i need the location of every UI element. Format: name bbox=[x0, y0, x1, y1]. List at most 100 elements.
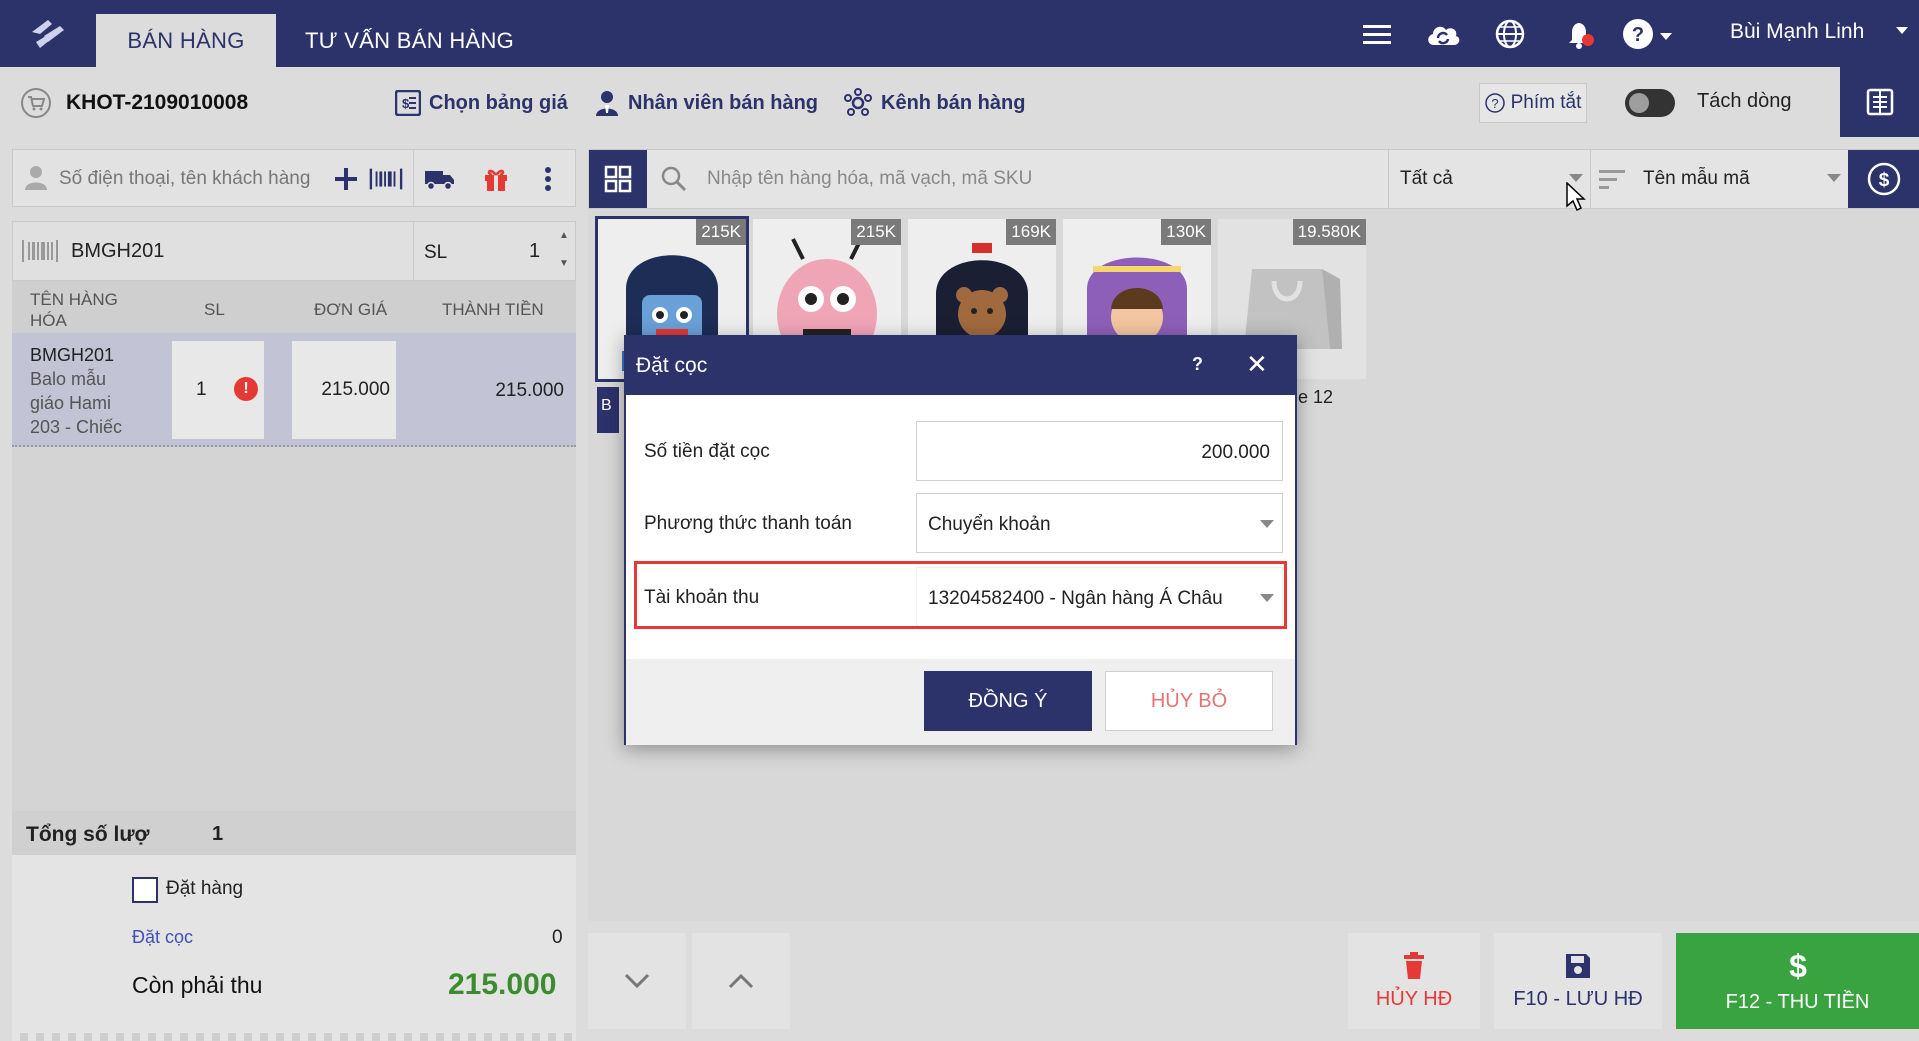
mouse-cursor-icon bbox=[1566, 181, 1586, 217]
receipt-edge bbox=[12, 1033, 576, 1041]
table-row[interactable]: BMGH201 Balo mẫu giáo Hami 203 - Chiếc 1… bbox=[12, 333, 576, 447]
order-checkbox[interactable] bbox=[132, 877, 158, 903]
sku-input[interactable]: BMGH201 bbox=[71, 240, 164, 263]
app-logo-icon bbox=[22, 12, 74, 56]
deposit-amount-row: Số tiền đặt cọc 200.000 bbox=[638, 421, 1283, 481]
product-name-strip: B bbox=[597, 387, 619, 433]
invoice-toolbar: KHOT-2109010008 $ Chọn bảng giá Nhân viê… bbox=[0, 67, 1919, 137]
dollar-icon: $ bbox=[1789, 949, 1807, 983]
bottom-action-bar: HỦY HĐ F10 - LƯU HĐ $ F12 - THU TIỀN bbox=[588, 933, 1919, 1041]
sales-channel-label: Kênh bán hàng bbox=[881, 91, 1026, 114]
sort-filter-select[interactable]: Tên mẫu mã bbox=[1590, 150, 1848, 208]
price-list-button[interactable]: $ Chọn bảng giá bbox=[395, 85, 568, 121]
product-price-tag: 19.580K bbox=[1292, 219, 1366, 245]
payment-method-row: Phương thức thanh toán Chuyển khoản bbox=[638, 493, 1283, 553]
row-total: 215.000 bbox=[495, 380, 564, 401]
gift-icon[interactable] bbox=[479, 162, 513, 196]
person-icon bbox=[23, 164, 49, 197]
warning-icon[interactable]: ! bbox=[234, 377, 258, 401]
grid-icon bbox=[604, 165, 632, 193]
svg-text:$: $ bbox=[402, 96, 410, 111]
collect-payment-button[interactable]: $ F12 - THU TIỀN bbox=[1676, 933, 1919, 1029]
channel-icon bbox=[844, 88, 872, 116]
sales-channel-button[interactable]: Kênh bán hàng bbox=[843, 85, 1025, 121]
invoice-list-button[interactable] bbox=[1840, 67, 1919, 137]
split-line-toggle[interactable] bbox=[1625, 89, 1675, 117]
customer-search-bar: Số điện thoại, tên khách hàng bbox=[12, 149, 576, 207]
save-disk-icon bbox=[1566, 953, 1590, 978]
confirm-button[interactable]: ĐỒNG Ý bbox=[924, 671, 1092, 731]
dialog-close-icon[interactable]: ✕ bbox=[1246, 349, 1268, 380]
save-invoice-label: F10 - LƯU HĐ bbox=[1513, 987, 1643, 1010]
add-customer-icon[interactable] bbox=[329, 162, 363, 196]
deposit-amount-input[interactable]: 200.000 bbox=[916, 421, 1283, 481]
product-caption: e 12 bbox=[1298, 387, 1334, 407]
sales-staff-button[interactable]: Nhân viên bán hàng bbox=[594, 85, 818, 121]
cart-panel: Số điện thoại, tên khách hàng BMGH201 SL… bbox=[12, 149, 576, 1041]
cloud-sync-icon[interactable] bbox=[1423, 14, 1463, 54]
chevron-down-icon bbox=[1569, 174, 1583, 182]
menu-icon[interactable] bbox=[1357, 14, 1397, 54]
tab-sales-consulting[interactable]: TƯ VẤN BÁN HÀNG bbox=[285, 14, 515, 67]
product-price-tag: 215K bbox=[851, 219, 901, 245]
sku-input-bar: BMGH201 SL 1 ▲ ▼ bbox=[12, 221, 576, 281]
save-invoice-button[interactable]: F10 - LƯU HĐ bbox=[1494, 933, 1662, 1029]
search-icon bbox=[661, 166, 687, 197]
grid-view-button[interactable] bbox=[589, 150, 647, 208]
invoice-cart-icon bbox=[20, 87, 52, 124]
payment-summary: Đặt hàng Đặt cọc 0 Còn phải thu 215.000 bbox=[12, 855, 576, 1041]
payment-method-select[interactable]: Chuyển khoản bbox=[916, 493, 1283, 553]
row-unit-price-value: 215.000 bbox=[321, 379, 390, 400]
help-caret-icon[interactable] bbox=[1660, 28, 1672, 46]
scan-card-icon[interactable] bbox=[369, 162, 403, 196]
remaining-value: 215.000 bbox=[448, 968, 557, 1001]
top-bar: BÁN HÀNG TƯ VẤN BÁN HÀNG ? Bùi Mạnh Linh bbox=[0, 0, 1919, 67]
help-icon[interactable]: ? bbox=[1618, 14, 1658, 54]
row-qty-input[interactable]: 1 ! bbox=[172, 341, 264, 439]
dialog-help-icon[interactable]: ? bbox=[1192, 354, 1203, 375]
sales-staff-label: Nhân viên bán hàng bbox=[628, 91, 819, 114]
highlight-box bbox=[634, 561, 1287, 629]
chevron-down-icon bbox=[1827, 174, 1841, 182]
user-caret-icon[interactable] bbox=[1896, 22, 1908, 38]
qty-down-icon[interactable]: ▼ bbox=[559, 258, 569, 269]
col-product-name: TÊN HÀNG HÓA bbox=[30, 290, 118, 330]
scroll-down-button[interactable] bbox=[588, 933, 686, 1029]
delivery-truck-icon[interactable] bbox=[423, 162, 457, 196]
document-list-icon bbox=[1866, 88, 1893, 116]
shortcut-button[interactable]: ? Phím tắt bbox=[1479, 83, 1587, 123]
row-unit-price-input[interactable]: 215.000 bbox=[292, 341, 396, 439]
row-product: BMGH201 Balo mẫu giáo Hami 203 - Chiếc bbox=[30, 343, 130, 439]
barcode-icon bbox=[21, 238, 59, 269]
globe-icon[interactable] bbox=[1490, 14, 1530, 54]
product-search-input[interactable]: Nhập tên hàng hóa, mã vạch, mã SKU bbox=[707, 168, 1032, 190]
customer-search-input[interactable]: Số điện thoại, tên khách hàng bbox=[59, 168, 310, 190]
scroll-up-button[interactable] bbox=[692, 933, 790, 1029]
row-product-name: Balo mẫu giáo Hami 203 - Chiếc bbox=[30, 369, 123, 437]
cart-empty-area bbox=[12, 447, 576, 811]
payment-method-label: Phương thức thanh toán bbox=[644, 513, 852, 534]
qty-up-icon[interactable]: ▲ bbox=[559, 230, 569, 241]
product-price-tag: 169K bbox=[1006, 219, 1056, 245]
shortcut-label: Phím tắt bbox=[1510, 92, 1582, 113]
col-unit-price: ĐƠN GIÁ bbox=[314, 300, 388, 319]
col-qty: SL bbox=[204, 300, 225, 319]
sku-qty-value[interactable]: 1 bbox=[529, 240, 540, 263]
svg-text:?: ? bbox=[1632, 24, 1644, 46]
cancel-button[interactable]: HỦY BỎ bbox=[1105, 671, 1273, 731]
price-mode-button[interactable]: $ bbox=[1848, 150, 1919, 208]
user-name[interactable]: Bùi Mạnh Linh bbox=[1730, 20, 1864, 44]
sku-qty-field[interactable]: SL 1 ▲ ▼ bbox=[413, 222, 577, 280]
deposit-link[interactable]: Đặt cọc bbox=[132, 927, 193, 948]
remaining-label: Còn phải thu bbox=[132, 972, 263, 998]
cancel-invoice-button[interactable]: HỦY HĐ bbox=[1348, 933, 1480, 1029]
category-filter-select[interactable]: Tất cả bbox=[1388, 150, 1590, 208]
price-list-label: Chọn bảng giá bbox=[429, 91, 568, 114]
dialog-footer: ĐỒNG Ý HỦY BỎ bbox=[626, 659, 1295, 745]
dialog-header: Đặt cọc ? ✕ bbox=[626, 337, 1295, 395]
tab-sales[interactable]: BÁN HÀNG bbox=[96, 14, 276, 67]
more-options-icon[interactable] bbox=[531, 162, 565, 196]
category-filter-value: Tất cả bbox=[1400, 168, 1453, 189]
notification-bell-icon[interactable] bbox=[1560, 14, 1600, 54]
sort-filter-value: Tên mẫu mã bbox=[1643, 168, 1750, 189]
